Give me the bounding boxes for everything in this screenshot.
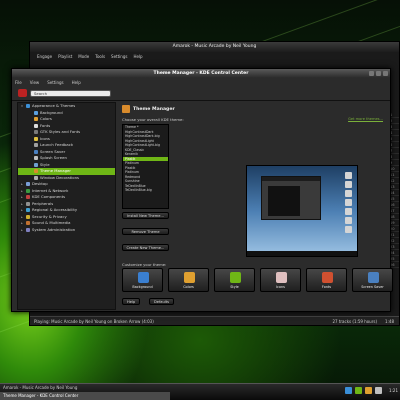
- sidebar-item-label: System Administration: [32, 226, 76, 232]
- category-icon: [26, 201, 30, 206]
- style-icon: [230, 272, 241, 283]
- back-icon[interactable]: [18, 89, 27, 97]
- category-icon: [26, 208, 30, 213]
- task-theme-manager[interactable]: Theme Manager - KDE Control Center: [0, 392, 170, 400]
- now-playing-text: Playing: Music Arcade by Neil Young on B…: [34, 319, 154, 324]
- icons-icon: [276, 272, 287, 283]
- category-icon: [34, 175, 38, 180]
- preview-desktop-icons: [345, 172, 353, 235]
- preview-window: [261, 176, 321, 220]
- sidebar-tree[interactable]: ▾ Appearance & Themes Background Colors Font…: [17, 102, 116, 310]
- amarok-title: Amarok - Music Arcade by Neil Young: [30, 42, 399, 52]
- amarok-statusbar: Playing: Music Arcade by Neil Young on B…: [30, 316, 399, 325]
- tm-menu-item[interactable]: Settings: [47, 79, 63, 86]
- volume-icon[interactable]: [365, 387, 372, 394]
- category-icon: [26, 104, 30, 109]
- card-label: Fonts: [321, 285, 332, 289]
- panel-title: Theme Manager: [133, 106, 175, 112]
- category-icon: [34, 162, 38, 167]
- category-icon: [26, 182, 30, 187]
- taskbar: Amarok - Music Arcade by Neil Young Them…: [0, 383, 400, 400]
- category-icon: [34, 149, 38, 154]
- category-icon: [26, 195, 30, 200]
- customize-cards: Background Colors Style Icons Fonts Screen Sa…: [122, 268, 393, 292]
- sidebar-item[interactable]: ▸ System Administration: [18, 227, 115, 234]
- amarok-tray-icon[interactable]: [375, 387, 382, 394]
- amarok-menu-item[interactable]: Mode: [78, 53, 89, 60]
- category-icon: [26, 188, 30, 193]
- card-label: Background: [132, 285, 153, 289]
- amarok-menubar: Engage Playlist Mode Tools Settings Help: [30, 53, 399, 60]
- tm-menu-item[interactable]: View: [30, 79, 40, 86]
- play-time: 1:48: [385, 319, 394, 324]
- theme-manager-icon: [122, 105, 130, 113]
- install-theme-button[interactable]: Install New Theme...: [122, 212, 169, 219]
- card-label: Style: [230, 285, 239, 289]
- maximize-button[interactable]: [376, 71, 381, 76]
- card-label: Screen Saver: [361, 285, 384, 289]
- category-icon: [34, 130, 38, 135]
- card-label: Icons: [276, 285, 285, 289]
- panel-header: Theme Manager: [122, 104, 175, 114]
- customize-card[interactable]: Colors: [168, 268, 209, 292]
- close-button[interactable]: [383, 71, 388, 76]
- theme-preview: [246, 165, 358, 257]
- customize-card[interactable]: Style: [214, 268, 255, 292]
- remove-theme-button[interactable]: Remove Theme: [122, 228, 169, 235]
- choose-theme-label: Choose your overall KDE theme:: [122, 117, 184, 122]
- minimize-button[interactable]: [369, 71, 374, 76]
- help-button[interactable]: Help: [122, 298, 141, 305]
- theme-manager-panel: Theme Manager Choose your overall KDE th…: [119, 102, 393, 310]
- amarok-menu-item[interactable]: Tools: [95, 53, 105, 60]
- background-icon: [138, 272, 149, 283]
- customize-card[interactable]: Icons: [260, 268, 301, 292]
- category-icon: [34, 123, 38, 128]
- card-label: Colors: [183, 285, 194, 289]
- tm-toolbar: Search: [12, 87, 390, 101]
- tm-menubar: File View Settings Help: [12, 79, 390, 86]
- customize-label: Customize your theme:: [122, 262, 167, 267]
- customize-card[interactable]: Fonts: [306, 268, 347, 292]
- preview-panel: [247, 251, 357, 256]
- customize-card[interactable]: Background: [122, 268, 163, 292]
- clock: 1:21: [389, 388, 398, 393]
- tm-menu-item[interactable]: Help: [72, 79, 81, 86]
- amarok-menu-item[interactable]: Engage: [37, 53, 52, 60]
- track-count: 27 tracks (1:59 hours): [332, 319, 378, 324]
- theme-list[interactable]: Theme * HighContrastDark HighContrastDark-…: [122, 124, 169, 209]
- category-icon: [26, 214, 30, 219]
- category-icon: [34, 143, 38, 148]
- colors-icon: [184, 272, 195, 283]
- expand-arrow-icon[interactable]: ▸: [20, 227, 24, 234]
- category-icon: [26, 227, 30, 232]
- screensaver-icon: [368, 272, 379, 283]
- system-tray: [345, 387, 382, 394]
- defaults-button[interactable]: Defaults: [149, 298, 175, 305]
- category-icon: [34, 136, 38, 141]
- amarok-menu-item[interactable]: Help: [133, 53, 142, 60]
- category-icon: [26, 221, 30, 226]
- category-icon: [34, 169, 38, 174]
- klipper-icon[interactable]: [355, 387, 362, 394]
- fonts-icon: [322, 272, 333, 283]
- tm-title: Theme Manager - KDE Control Center: [12, 69, 390, 78]
- search-input[interactable]: Search: [30, 90, 111, 97]
- category-icon: [34, 156, 38, 161]
- customize-card[interactable]: Screen Saver: [352, 268, 393, 292]
- amarok-menu-item[interactable]: Settings: [111, 53, 127, 60]
- task-amarok[interactable]: Amarok - Music Arcade by Neil Young: [0, 384, 170, 392]
- category-icon: [34, 110, 38, 115]
- theme-manager-window[interactable]: Theme Manager - KDE Control Center File V…: [11, 68, 393, 312]
- tm-menu-item[interactable]: File: [15, 79, 22, 86]
- create-theme-button[interactable]: Create New Theme...: [122, 244, 169, 251]
- theme-list-item[interactable]: TeDedlinBlue-big: [123, 188, 168, 193]
- network-icon[interactable]: [345, 387, 352, 394]
- expand-arrow-icon[interactable]: ▾: [20, 103, 24, 110]
- category-icon: [34, 117, 38, 122]
- get-more-themes-link[interactable]: Get more themes...: [348, 117, 383, 121]
- amarok-menu-item[interactable]: Playlist: [58, 53, 72, 60]
